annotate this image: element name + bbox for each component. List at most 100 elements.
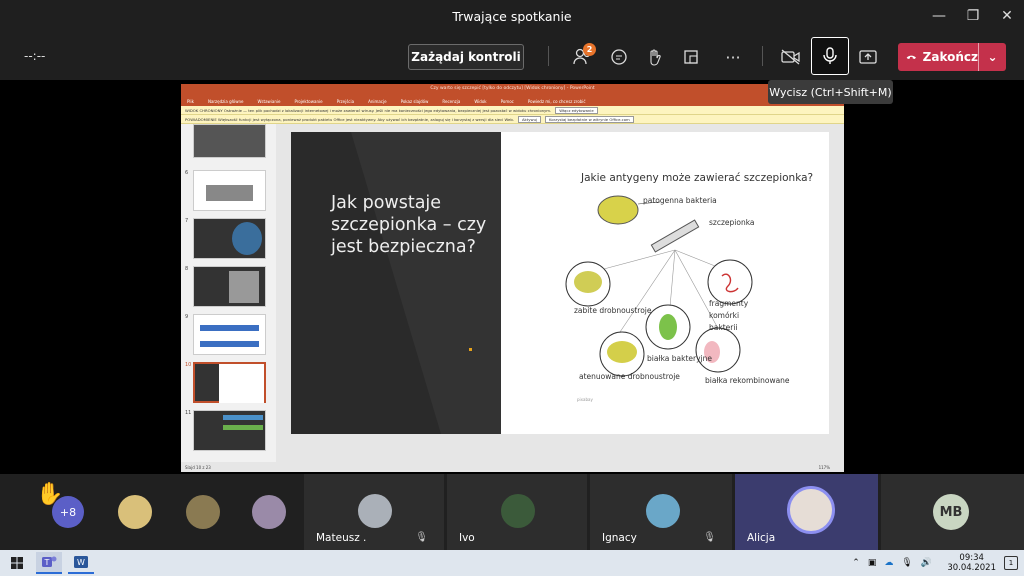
- slide-thumbnail[interactable]: [193, 266, 266, 307]
- ppt-menu: Plik Narzędzia główne Wstawianie Projektowa…: [181, 96, 844, 106]
- ppt-status-bar: Slajd 10 z 23 117%: [181, 462, 844, 472]
- ppt-menu-item[interactable]: Recenzja: [442, 99, 460, 104]
- participant-tile[interactable]: Ignacy 🎙: [590, 474, 732, 550]
- system-tray: ⌃ ▣ ☁ 🎙 🔊 1: [852, 550, 1024, 576]
- overflow-participants-button[interactable]: +8: [52, 496, 84, 528]
- participant-tile[interactable]: Ivo: [447, 474, 587, 550]
- teams-app-icon[interactable]: T: [36, 552, 62, 574]
- thumb-number: 11: [185, 410, 192, 416]
- slide-counter: Slajd 10 z 23: [185, 464, 211, 470]
- ppt-menu-item[interactable]: Projektowanie: [294, 99, 322, 104]
- participant-tile[interactable]: Mateusz . 🎙: [304, 474, 444, 550]
- chevron-down-icon[interactable]: ⌄: [978, 43, 1006, 71]
- current-slide: Jak powstaje szczepionka – czy jest bezp…: [291, 132, 829, 434]
- ppt-ribbon: Czy warto się szczepić [tylko do odczytu…: [181, 84, 844, 106]
- ppt-menu-item[interactable]: Powiedz mi, co chcesz zrobić: [528, 99, 586, 104]
- windows-start-icon[interactable]: [4, 552, 30, 574]
- participant-strip: ✋ +8 Mateusz . 🎙 Ivo Ignacy 🎙 Alicja MB: [0, 474, 1024, 550]
- restore-icon[interactable]: ❐: [956, 0, 990, 32]
- slide-thumbnail[interactable]: [193, 170, 266, 211]
- office-web-button[interactable]: Korzystaj bezpłatnie w witrynie Office.c…: [545, 115, 634, 123]
- participant-name: Alicja: [747, 532, 776, 544]
- word-app-icon[interactable]: W: [68, 552, 94, 574]
- zoom-level[interactable]: 117%: [819, 465, 830, 470]
- minimize-icon[interactable]: —: [922, 0, 956, 32]
- protected-view-bar: WIDOK CHRONIONY Ostrożnie — ten plik poc…: [181, 106, 844, 115]
- window-title-bar: Trwające spotkanie — ❐ ✕: [0, 0, 1024, 32]
- more-options-icon[interactable]: ···: [718, 42, 748, 72]
- ppt-menu-item[interactable]: Przejścia: [337, 99, 355, 104]
- ppt-menu-item[interactable]: Narzędzia główne: [208, 99, 244, 104]
- ppt-menu-item[interactable]: Pokaz slajdów: [401, 99, 429, 104]
- ppt-title: Czy warto się szczepić [tylko do odczytu…: [430, 86, 595, 91]
- thumbnail-scrollbar[interactable]: [276, 124, 284, 462]
- slide-thumbnail[interactable]: [193, 218, 266, 259]
- chat-icon: [611, 49, 627, 65]
- diagram-label: atenuowane drobnoustroje: [579, 372, 680, 381]
- avatar: [646, 494, 680, 528]
- enable-editing-button[interactable]: Włącz edytowanie: [555, 106, 598, 114]
- participant-name: Ivo: [459, 532, 475, 544]
- ppt-menu-item[interactable]: Plik: [187, 99, 194, 104]
- onedrive-icon[interactable]: ☁: [884, 558, 893, 568]
- mic-muted-icon: 🎙: [415, 532, 428, 543]
- image-source: pixabay: [577, 397, 593, 402]
- camera-off-icon: [781, 49, 800, 65]
- toolbar-divider: [548, 46, 549, 66]
- participant-tile[interactable]: MB: [881, 474, 1024, 550]
- participant-name: Mateusz .: [316, 532, 367, 544]
- meeting-timer: --:--: [24, 49, 46, 63]
- windows-taskbar: T W ⌃ ▣ ☁ 🎙 🔊 1 09:34 30.04.2021: [0, 550, 1024, 576]
- slide-thumbnail[interactable]: [193, 314, 266, 355]
- hang-up-icon: [906, 55, 916, 59]
- vaccine-diagram: [565, 195, 753, 377]
- breakout-rooms-icon: [684, 50, 698, 64]
- mic-icon[interactable]: 🎙: [901, 558, 912, 568]
- request-control-button[interactable]: Zażądaj kontroli: [408, 44, 524, 70]
- notice-text: POWIADOMIENIE Większość funkcji jest wył…: [185, 116, 514, 122]
- participants-button[interactable]: 2: [568, 42, 598, 72]
- thumb-number: 9: [185, 314, 189, 320]
- close-icon[interactable]: ✕: [990, 0, 1024, 32]
- participant-tile-speaking[interactable]: Alicja: [735, 474, 878, 550]
- mute-button[interactable]: [811, 37, 849, 75]
- thumb-number: 6: [185, 170, 189, 176]
- slide-thumbnail[interactable]: [193, 124, 266, 158]
- ppt-menu-item[interactable]: Widok: [474, 99, 486, 104]
- diagram-label: białka bakteryjne: [647, 354, 712, 363]
- svg-text:T: T: [44, 558, 50, 567]
- rooms-button[interactable]: [676, 42, 706, 72]
- end-call-button[interactable]: Zakończ ⌄: [898, 43, 1006, 71]
- notification-icon[interactable]: 1: [1004, 556, 1018, 570]
- taskbar-clock[interactable]: 09:34 30.04.2021: [947, 553, 996, 573]
- ppt-menu-item[interactable]: Animacje: [368, 99, 387, 104]
- activate-button[interactable]: Aktywuj: [517, 115, 542, 123]
- meet-now-icon[interactable]: ▣: [868, 558, 877, 568]
- thumb-number: 8: [185, 266, 189, 272]
- ppt-menu-item[interactable]: Pomoc: [501, 99, 514, 104]
- ppt-menu-item[interactable]: Wstawianie: [257, 99, 280, 104]
- avatar[interactable]: [186, 495, 220, 529]
- meeting-toolbar: --:-- Zażądaj kontroli 2 ··· Zakończ ⌄: [0, 32, 1024, 80]
- share-button[interactable]: [853, 42, 883, 72]
- avatar: [501, 494, 535, 528]
- diagram-label: patogenna bakteria: [643, 196, 717, 205]
- chat-button[interactable]: [604, 42, 634, 72]
- diagram-label: białka rekombinowane: [705, 376, 790, 385]
- avatar: [787, 486, 835, 534]
- slide-thumbnail[interactable]: [193, 410, 266, 451]
- mic-muted-icon: 🎙: [703, 532, 716, 543]
- slide-thumbnail-selected[interactable]: [193, 362, 266, 403]
- avatar[interactable]: [252, 495, 286, 529]
- diagram-label: szczepionka: [709, 218, 755, 227]
- thumb-number: 10: [185, 362, 192, 368]
- reactions-button[interactable]: [640, 42, 670, 72]
- diagram-label: zabite drobnoustroje: [574, 306, 652, 315]
- chevron-up-icon[interactable]: ⌃: [852, 558, 860, 568]
- share-screen-icon: [859, 50, 877, 64]
- avatar[interactable]: [118, 495, 152, 529]
- slide-thumbnails: 6 7 8 9 10 11: [181, 124, 276, 462]
- participants-badge: 2: [583, 43, 596, 56]
- camera-button[interactable]: [776, 42, 806, 72]
- volume-icon[interactable]: 🔊: [921, 558, 932, 568]
